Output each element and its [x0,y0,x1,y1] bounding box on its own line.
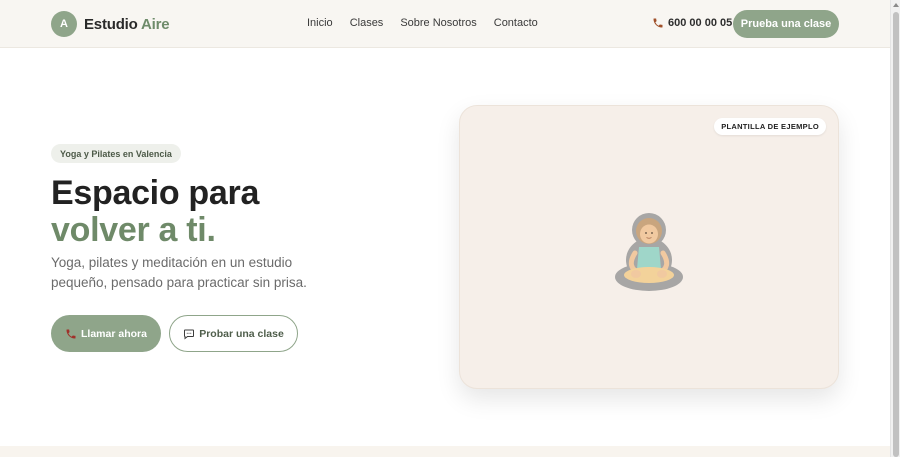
header-cta-button[interactable]: Prueba una clase [733,10,839,38]
headline-line-2: volver a ti. [51,211,216,249]
header-phone-link[interactable]: 600 00 00 05 [652,17,732,29]
hero-subtitle: Yoga, pilates y meditación en un estudio… [51,255,307,290]
hero-image-card: PLANTILLA DE EJEMPLO [459,105,839,389]
nav-item-inicio[interactable]: Inicio [307,17,333,29]
meditating-person-icon [615,213,683,291]
brand-name-main: Estudio [84,15,138,33]
scrollbar-thumb[interactable] [893,12,899,457]
phone-icon [66,329,76,338]
nav-item-sobre-nosotros[interactable]: Sobre Nosotros [400,17,476,29]
brand-name: Estudio Aire [84,15,170,33]
location-badge: Yoga y Pilates en Valencia [51,144,181,163]
nav-item-contacto[interactable]: Contacto [494,17,538,29]
chat-bubble-icon [184,329,195,340]
main-nav: Inicio Clases Sobre Nosotros Contacto [307,17,538,29]
brand-name-accent: Aire [141,15,170,33]
try-class-button[interactable]: Probar una clase [169,315,298,352]
site-header: A Estudio Aire Inicio Clases Sobre Nosot… [0,0,890,48]
call-now-button[interactable]: Llamar ahora [51,315,161,352]
phone-icon [653,18,663,28]
logo-mark: A [51,11,77,37]
page: A Estudio Aire Inicio Clases Sobre Nosot… [0,0,890,457]
vertical-scrollbar[interactable] [890,0,900,457]
hero-headline: Espacio para volver a ti. [51,175,259,249]
call-now-label: Llamar ahora [81,327,147,340]
phone-number: 600 00 00 05 [668,17,733,29]
try-class-label: Probar una clase [199,327,284,340]
brand-logo[interactable]: A Estudio Aire [51,11,170,37]
template-tag: PLANTILLA DE EJEMPLO [714,118,826,135]
nav-item-clases[interactable]: Clases [350,17,384,29]
next-section-edge [0,446,890,457]
scroll-up-arrow-icon[interactable] [893,3,899,7]
headline-line-1: Espacio para [51,174,260,212]
